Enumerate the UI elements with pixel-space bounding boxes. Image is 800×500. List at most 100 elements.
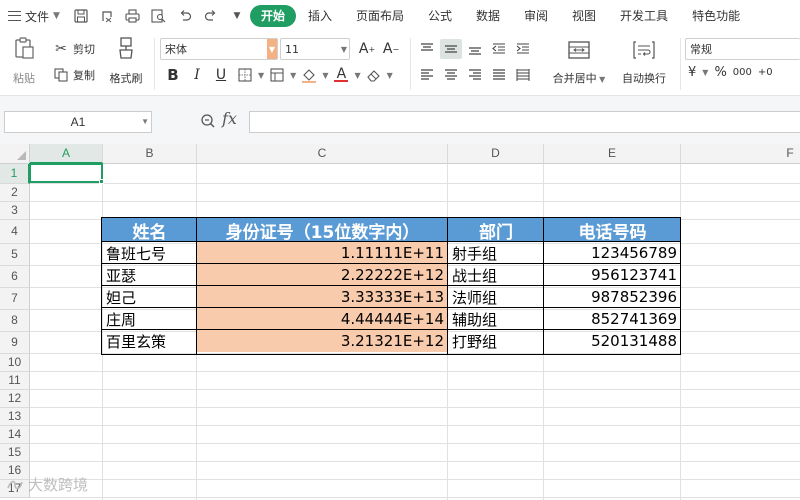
cell-name[interactable]: 百里玄策: [102, 330, 197, 352]
row-header[interactable]: 13: [0, 408, 30, 426]
decrease-indent-icon[interactable]: [488, 39, 510, 59]
cell-style-icon[interactable]: [266, 65, 288, 85]
header-id-number[interactable]: 身份证号（15位数字内）: [197, 218, 448, 242]
header-phone[interactable]: 电话号码: [544, 218, 681, 242]
chevron-down-icon[interactable]: ▼: [597, 75, 605, 84]
decrease-font-size-icon[interactable]: A −: [380, 39, 402, 59]
redo-icon[interactable]: [200, 5, 222, 27]
row-header[interactable]: 9: [0, 332, 30, 354]
paste-button[interactable]: 粘贴: [6, 36, 42, 86]
tab-insert[interactable]: 插入: [296, 5, 344, 27]
cell-name[interactable]: 亚瑟: [102, 264, 197, 286]
row-header[interactable]: 7: [0, 288, 30, 310]
print-preview-icon[interactable]: [148, 5, 170, 27]
select-all-corner[interactable]: [0, 144, 30, 164]
increase-decimal-icon[interactable]: +0: [758, 67, 773, 78]
row-header[interactable]: 4: [0, 220, 30, 244]
tab-page-layout[interactable]: 页面布局: [344, 5, 416, 27]
cell-id-number[interactable]: 3.33333E+13: [197, 286, 448, 308]
cell-name[interactable]: 妲己: [102, 286, 197, 308]
row-header[interactable]: 2: [0, 184, 30, 202]
currency-icon[interactable]: ¥: [688, 65, 696, 80]
cell-phone[interactable]: 956123741: [544, 264, 681, 286]
tab-data[interactable]: 数据: [464, 5, 512, 27]
fill-color-icon[interactable]: [298, 65, 320, 85]
chevron-down-icon[interactable]: ▼: [354, 71, 360, 80]
align-left-icon[interactable]: [416, 65, 438, 85]
header-name[interactable]: 姓名: [102, 218, 197, 242]
column-header-e[interactable]: E: [544, 144, 681, 164]
cell-phone[interactable]: 987852396: [544, 286, 681, 308]
column-header-b[interactable]: B: [103, 144, 197, 164]
chevron-down-icon[interactable]: ▼: [339, 39, 349, 59]
borders-icon[interactable]: [234, 65, 256, 85]
align-center-icon[interactable]: [440, 65, 462, 85]
bold-icon[interactable]: B: [162, 65, 184, 85]
chevron-down-icon[interactable]: ▼: [141, 112, 149, 132]
tab-home[interactable]: 开始: [249, 5, 296, 27]
clear-format-icon[interactable]: [363, 65, 385, 85]
cell-id-number[interactable]: 1.11111E+11: [197, 242, 448, 264]
font-size-combo[interactable]: 11 ▼: [280, 38, 350, 60]
cell-department[interactable]: 辅助组: [448, 308, 544, 330]
row-header[interactable]: 12: [0, 390, 30, 408]
column-header-c[interactable]: C: [197, 144, 448, 164]
align-bottom-icon[interactable]: [464, 39, 486, 59]
chevron-down-icon[interactable]: ▼: [322, 71, 328, 80]
tab-review[interactable]: 审阅: [512, 5, 560, 27]
increase-indent-icon[interactable]: [512, 39, 534, 59]
underline-icon[interactable]: U: [210, 65, 232, 85]
undo-icon[interactable]: [174, 5, 196, 27]
align-right-icon[interactable]: [464, 65, 486, 85]
wrap-text-button[interactable]: 自动换行: [616, 38, 672, 86]
row-header[interactable]: 1: [0, 164, 30, 184]
header-department[interactable]: 部门: [448, 218, 544, 242]
cell-phone[interactable]: 852741369: [544, 308, 681, 330]
cell-name[interactable]: 鲁班七号: [102, 242, 197, 264]
tab-developer[interactable]: 开发工具: [608, 5, 680, 27]
chevron-down-icon[interactable]: ▼: [267, 39, 277, 59]
cell-name[interactable]: 庄周: [102, 308, 197, 330]
font-name-combo[interactable]: 宋体 ▼: [160, 38, 278, 60]
cell-id-number[interactable]: 4.44444E+14: [197, 308, 448, 330]
row-header[interactable]: 11: [0, 372, 30, 390]
row-header[interactable]: 10: [0, 354, 30, 372]
tab-special-features[interactable]: 特色功能: [680, 5, 752, 27]
zoom-icon[interactable]: [198, 111, 218, 131]
increase-font-size-icon[interactable]: A +: [356, 39, 378, 59]
file-menu[interactable]: 文件 ▼: [0, 4, 68, 28]
row-header[interactable]: 14: [0, 426, 30, 444]
align-top-icon[interactable]: [416, 39, 438, 59]
save-icon[interactable]: [70, 5, 92, 27]
cell-id-number[interactable]: 3.21321E+12: [197, 330, 448, 352]
thousands-separator-icon[interactable]: 000: [733, 67, 752, 78]
export-icon[interactable]: [96, 5, 118, 27]
chevron-down-icon[interactable]: ▼: [258, 71, 264, 80]
italic-icon[interactable]: I: [186, 65, 208, 85]
row-header[interactable]: 6: [0, 266, 30, 288]
row-header[interactable]: 15: [0, 444, 30, 462]
cell-department[interactable]: 打野组: [448, 330, 544, 352]
row-header[interactable]: 3: [0, 202, 30, 220]
distributed-icon[interactable]: [512, 65, 534, 85]
row-header[interactable]: 5: [0, 244, 30, 266]
chevron-down-icon[interactable]: ▼: [290, 71, 296, 80]
font-color-icon[interactable]: A: [330, 65, 352, 85]
column-header-d[interactable]: D: [448, 144, 544, 164]
print-icon[interactable]: [122, 5, 144, 27]
customize-toolbar-icon[interactable]: ▼: [226, 5, 248, 27]
row-header[interactable]: 8: [0, 310, 30, 332]
cut-button[interactable]: ✂ 剪切: [52, 40, 95, 58]
tab-view[interactable]: 视图: [560, 5, 608, 27]
cell-department[interactable]: 射手组: [448, 242, 544, 264]
chevron-down-icon[interactable]: ▼: [387, 71, 393, 80]
number-format-combo[interactable]: 常规: [685, 38, 800, 60]
percent-icon[interactable]: %: [714, 65, 726, 80]
active-cell-a1[interactable]: [29, 163, 103, 183]
formula-input[interactable]: [249, 111, 800, 133]
cell-phone[interactable]: 123456789: [544, 242, 681, 264]
function-icon[interactable]: fx: [222, 109, 237, 128]
fill-handle[interactable]: [99, 179, 104, 184]
cell-phone[interactable]: 520131488: [544, 330, 681, 352]
cell-department[interactable]: 法师组: [448, 286, 544, 308]
